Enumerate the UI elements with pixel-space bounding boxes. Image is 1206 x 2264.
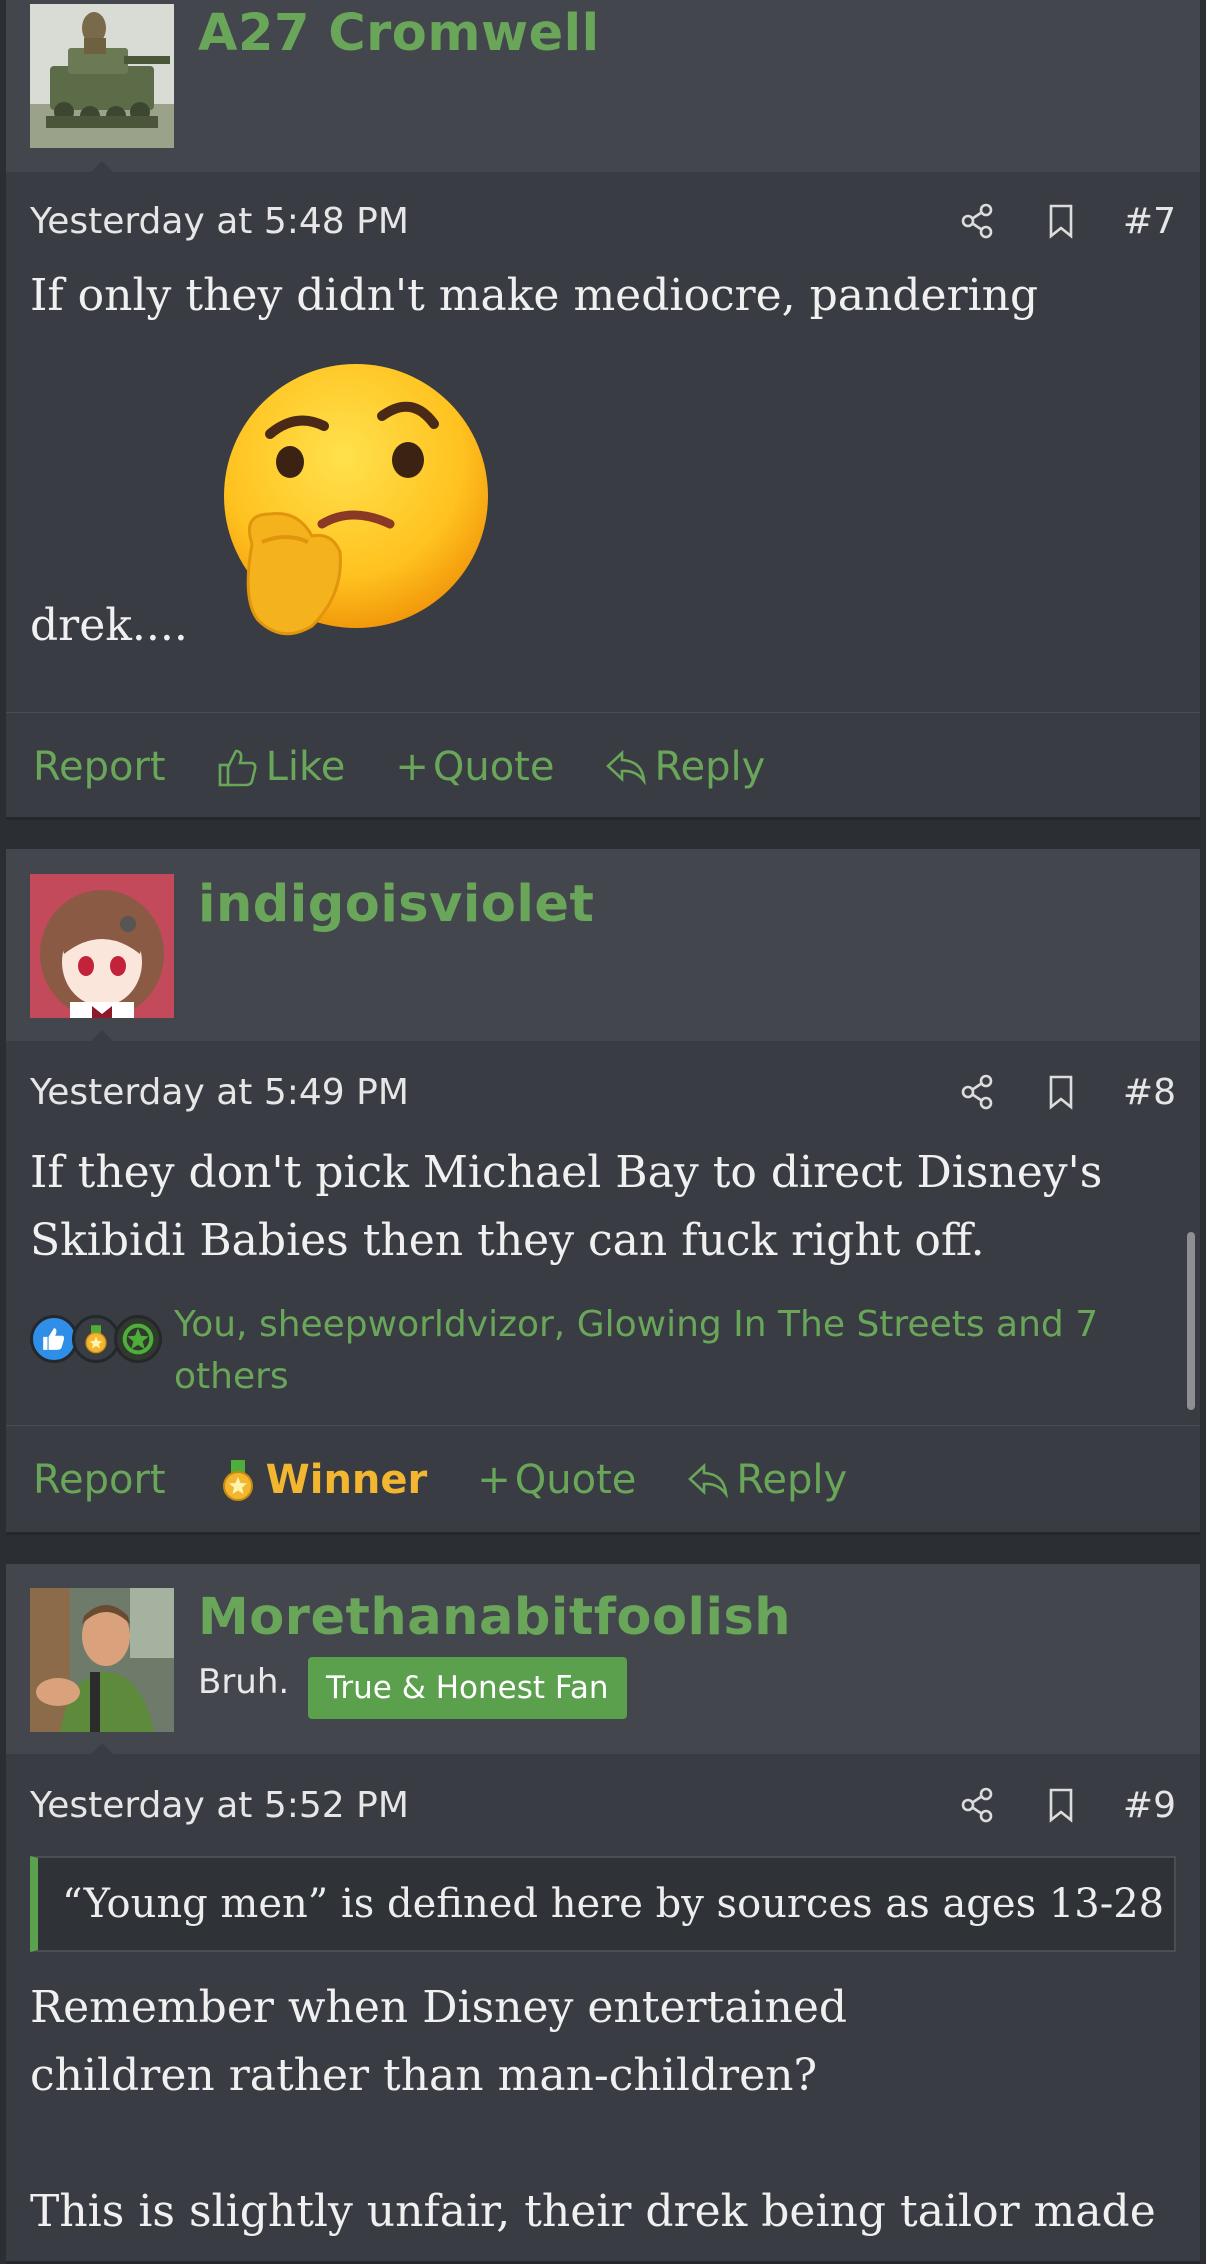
reaction-users[interactable]: You, sheepworldvizor, Glowing In The Str… [174,1299,1114,1403]
winner-label: Winner [265,1456,428,1503]
quote-button[interactable]: + Quote [477,1457,636,1503]
post-body: If they don't pick Michael Bay to direct… [30,1147,1103,1266]
plus-icon: + [477,1456,511,1503]
post-9: Morethanabitfoolish Bruh. True & Honest … [6,1564,1200,2264]
post-timestamp[interactable]: Yesterday at 5:52 PM [30,1785,409,1826]
reply-label: Reply [654,743,766,790]
share-icon[interactable] [955,1783,999,1827]
quote-label: Quote [432,743,555,790]
username[interactable]: A27 Cromwell [198,4,600,63]
report-link[interactable]: Report [33,1457,166,1503]
man-photo-avatar[interactable] [30,1588,174,1732]
avatar-pointer [90,1743,114,1755]
reply-arrow-icon [688,1462,729,1499]
post-meta-icons: #8 [955,1070,1176,1114]
avatar-pointer [90,161,114,173]
user-title: Bruh. [198,1662,290,1702]
post-meta-icons: #7 [955,199,1176,243]
post-timestamp[interactable]: Yesterday at 5:48 PM [30,201,409,242]
post-8: indigoisviolet Yesterday at 5:49 PM #8 I… [6,849,1200,1535]
user-badge: True & Honest Fan [308,1657,627,1719]
post-number[interactable]: #7 [1123,201,1176,242]
username[interactable]: Morethanabitfoolish [198,1588,791,1647]
quote-button[interactable]: + Quote [395,744,554,790]
avatar-pointer [90,1030,114,1042]
medal-icon [222,1459,253,1501]
post-number[interactable]: #8 [1123,1072,1176,1113]
reaction-icons [30,1315,162,1363]
reply-button[interactable]: Reply [686,1457,847,1503]
anime-girl-avatar[interactable] [30,874,174,1018]
post-meta: Yesterday at 5:52 PM #9 [30,1780,1176,1830]
post-meta: Yesterday at 5:48 PM #7 [30,196,1176,246]
post-7: A27 Cromwell Yesterday at 5:48 PM #7 If … [6,0,1200,820]
post-number[interactable]: #9 [1123,1785,1176,1826]
reply-button[interactable]: Reply [604,744,765,790]
post-header: Morethanabitfoolish Bruh. True & Honest … [6,1564,1200,1755]
post-actions: Report Winner + Quote Reply [6,1425,1200,1533]
winner-button[interactable]: Winner [216,1456,428,1503]
like-button[interactable]: Like [216,743,346,790]
post-actions: Report Like + Quote Reply [6,712,1200,820]
scrollbar[interactable] [1187,1232,1195,1410]
tank-avatar[interactable] [30,4,174,148]
star-reaction-icon [114,1315,162,1363]
report-link[interactable]: Report [33,744,166,790]
quote-block: “Young men” is defined here by sources a… [30,1856,1176,1952]
thumbs-up-icon [218,749,257,786]
username[interactable]: indigoisviolet [198,875,594,934]
post-body-para2: This is slightly unfair, their drek bein… [30,2186,1156,2237]
reply-label: Reply [736,1456,848,1503]
post-timestamp[interactable]: Yesterday at 5:49 PM [30,1072,409,1113]
post-body-para1: Remember when Disney entertained childre… [30,1982,848,2101]
share-icon[interactable] [955,1070,999,1114]
post-header: A27 Cromwell [6,0,1200,173]
post-body-line1: If only they didn't make mediocre, pande… [30,270,1039,321]
reply-arrow-icon [606,749,647,786]
like-reaction-icon [30,1315,78,1363]
plus-icon: + [395,743,429,790]
quote-label: Quote [514,1456,637,1503]
bookmark-icon[interactable] [1039,199,1083,243]
reactions-summary[interactable]: You, sheepworldvizor, Glowing In The Str… [30,1299,1150,1403]
bookmark-icon[interactable] [1039,1070,1083,1114]
post-meta-icons: #9 [955,1783,1176,1827]
like-label: Like [265,743,346,790]
post-meta: Yesterday at 5:49 PM #8 [30,1067,1176,1117]
post-body-line2: drek.... [30,600,188,651]
post-header: indigoisviolet [6,849,1200,1042]
bookmark-icon[interactable] [1039,1783,1083,1827]
winner-reaction-icon [72,1315,120,1363]
share-icon[interactable] [955,199,999,243]
